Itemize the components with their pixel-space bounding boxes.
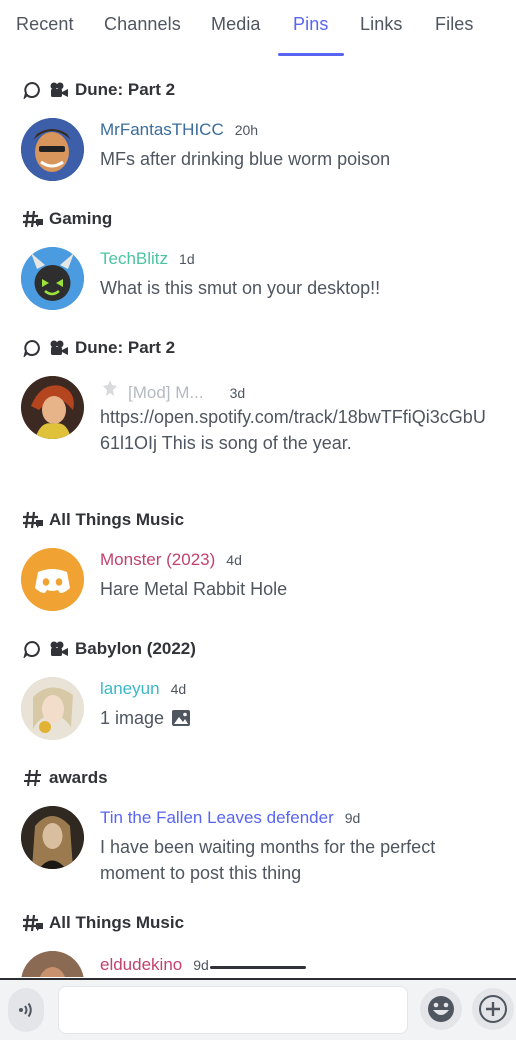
avatar[interactable] [21, 247, 84, 310]
pin-item[interactable]: Babylon (2022) laneyun 4d 1 image [0, 637, 516, 757]
author-name[interactable]: [Mod] M... [128, 383, 204, 403]
timestamp: 20h [234, 122, 259, 138]
message-text: MFs after drinking blue worm poison [100, 149, 391, 169]
message-text: I have been waiting months for the perfe… [100, 837, 436, 883]
add-button[interactable] [472, 988, 514, 1030]
message-meta: TechBlitz 1d [100, 249, 195, 269]
thread-icon [22, 80, 42, 100]
hashtag-thread-icon [22, 510, 44, 530]
thread-icon [22, 338, 42, 358]
tab-pins[interactable]: Pins [293, 14, 328, 35]
message-meta: eldudekino 9d [100, 955, 209, 975]
hashtag-icon [22, 768, 44, 788]
channel-name: Dune: Part 2 [75, 338, 176, 357]
pin-item[interactable]: Dune: Part 2 [Mod] M... 3d https://open.… [0, 336, 516, 506]
image-icon [172, 710, 191, 726]
channel-header: awards [22, 768, 108, 788]
author-name[interactable]: laneyun [100, 679, 160, 699]
avatar[interactable] [21, 677, 84, 740]
composer-bar [0, 978, 516, 1040]
message-text: What is this smut on your desktop!! [100, 278, 381, 298]
tab-media[interactable]: Media [211, 14, 261, 35]
mod-badge-icon [100, 378, 120, 398]
channel-header: Dune: Part 2 [22, 338, 175, 358]
avatar[interactable] [21, 376, 84, 439]
channel-header: All Things Music [22, 510, 184, 530]
message-content: 1 image [100, 705, 492, 731]
timestamp: 3d [229, 385, 246, 401]
tab-bar: Recent Channels Media Pins Links Files [0, 0, 516, 56]
tab-recent[interactable]: Recent [16, 14, 74, 35]
channel-header: Babylon (2022) [22, 639, 196, 659]
message-text: Hare Metal Rabbit Hole [100, 579, 288, 599]
avatar[interactable] [21, 118, 84, 181]
thread-icon [22, 639, 42, 659]
timestamp: 4d [170, 681, 187, 697]
author-name[interactable]: TechBlitz [100, 249, 168, 269]
avatar[interactable] [21, 951, 84, 977]
scroll-indicator[interactable] [210, 966, 306, 969]
plus-icon [478, 994, 508, 1024]
message-meta: Monster (2023) 4d [100, 550, 242, 570]
timestamp: 9d [344, 810, 361, 826]
message-meta: laneyun 4d [100, 679, 186, 699]
timestamp: 4d [226, 552, 242, 568]
emoji-button[interactable] [420, 988, 462, 1030]
pin-item[interactable]: All Things Music Monster (2023) 4d Hare … [0, 508, 516, 628]
channel-name: Dune: Part 2 [75, 80, 176, 99]
avatar[interactable] [21, 548, 84, 611]
tab-files[interactable]: Files [435, 14, 474, 35]
message-input[interactable] [58, 986, 408, 1034]
hashtag-thread-icon [22, 913, 44, 933]
video-camera-icon [48, 338, 70, 358]
pin-item[interactable]: awards Tin the Fallen Leaves defender 9d… [0, 766, 516, 906]
author-name[interactable]: Tin the Fallen Leaves defender [100, 808, 334, 828]
message-text: 1 image [100, 708, 165, 728]
channel-name: All Things Music [49, 510, 185, 529]
channel-name: awards [49, 768, 108, 787]
message-meta: MrFantasTHICC 20h [100, 120, 258, 140]
avatar[interactable] [21, 806, 84, 869]
video-camera-icon [48, 80, 70, 100]
channel-header: Dune: Part 2 [22, 80, 175, 100]
pin-item[interactable]: Gaming TechBlitz 1d What is this smut on… [0, 207, 516, 327]
message-meta: [Mod] M... 3d [100, 378, 245, 403]
author-name[interactable]: eldudekino [100, 955, 182, 975]
active-tab-indicator [278, 53, 344, 56]
timestamp: 9d [193, 957, 209, 973]
timestamp: 1d [179, 251, 195, 267]
channel-header: All Things Music [22, 913, 184, 933]
author-name[interactable]: Monster (2023) [100, 550, 215, 570]
channel-name: Gaming [49, 209, 113, 228]
voice-icon [16, 1000, 36, 1020]
channel-name: All Things Music [49, 913, 185, 932]
emoji-icon [426, 994, 456, 1024]
tab-links[interactable]: Links [360, 14, 403, 35]
tab-channels[interactable]: Channels [104, 14, 181, 35]
pin-item[interactable]: Dune: Part 2 MrFantasTHICC 20h MFs after… [0, 78, 516, 198]
author-name[interactable]: MrFantasTHICC [100, 120, 224, 140]
message-meta: Tin the Fallen Leaves defender 9d [100, 808, 360, 828]
message-text: https://open.spotify.com/track/18bwTFfiQ… [100, 407, 486, 453]
video-camera-icon [48, 639, 70, 659]
channel-name: Babylon (2022) [75, 639, 196, 658]
channel-header: Gaming [22, 209, 112, 229]
voice-button[interactable] [8, 988, 44, 1032]
hashtag-thread-icon [22, 209, 44, 229]
